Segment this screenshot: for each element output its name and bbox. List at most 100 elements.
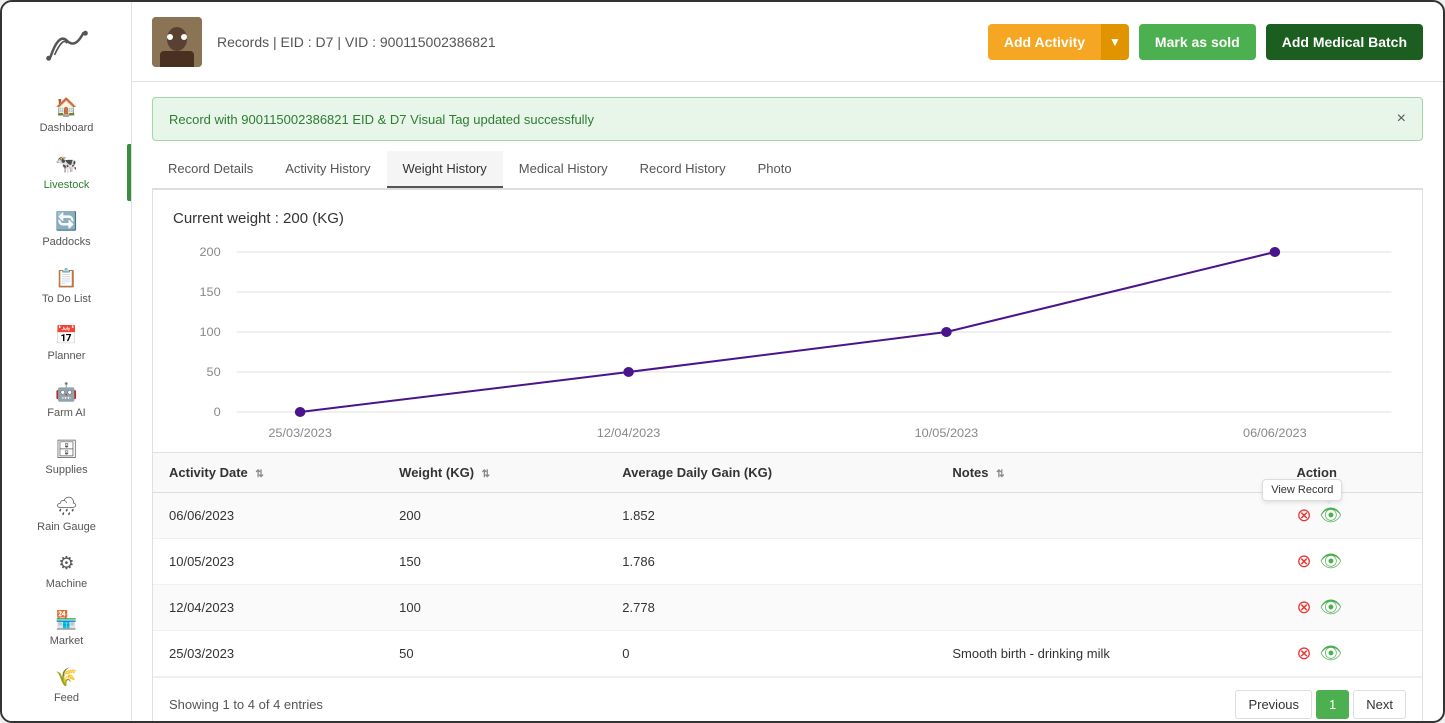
sort-icon-notes: ⇅ [996, 469, 1004, 480]
svg-text:12/04/2023: 12/04/2023 [597, 426, 661, 440]
cell-action: ⊗ 👁 [1280, 631, 1422, 677]
sidebar-item-label: Paddocks [42, 236, 90, 248]
cell-notes [936, 539, 1280, 585]
data-table: Activity Date ⇅ Weight (KG) ⇅ Average Da… [153, 453, 1422, 677]
cell-date: 25/03/2023 [153, 631, 383, 677]
supplies-icon: 🗄 [55, 439, 78, 460]
col-notes[interactable]: Notes ⇅ [936, 453, 1280, 493]
sidebar-item-market[interactable]: 🏪 Market [2, 600, 131, 657]
svg-text:10/05/2023: 10/05/2023 [915, 426, 979, 440]
sidebar-item-feed[interactable]: 🌾 Feed [2, 657, 131, 714]
sidebar-item-finance[interactable]: 💰 Finance [2, 714, 131, 723]
col-weight[interactable]: Weight (KG) ⇅ [383, 453, 606, 493]
delete-record-button[interactable]: ⊗ [1296, 643, 1311, 664]
svg-text:06/06/2023: 06/06/2023 [1243, 426, 1307, 440]
paddocks-icon: 🔄 [55, 211, 77, 232]
sidebar-item-label: Supplies [45, 464, 87, 476]
farm-ai-icon: 🤖 [55, 382, 77, 403]
sidebar-item-livestock[interactable]: 🐄 Livestock [2, 144, 131, 201]
sidebar-item-label: Machine [46, 578, 88, 590]
cell-action: ⊗ 👁 [1280, 539, 1422, 585]
delete-record-button[interactable]: ⊗ [1296, 551, 1311, 572]
svg-text:200: 200 [199, 245, 220, 259]
sidebar-logo [2, 12, 131, 87]
dashboard-icon: 🏠 [55, 97, 77, 118]
cell-avg-gain: 1.786 [606, 539, 936, 585]
col-activity-date[interactable]: Activity Date ⇅ [153, 453, 383, 493]
next-page-button[interactable]: Next [1353, 690, 1406, 719]
weight-chart: 200 150 100 50 0 25/03/2023 12/04/2023 1… [173, 242, 1402, 442]
tab-weight-history[interactable]: Weight History [387, 151, 503, 188]
view-record-button[interactable]: 👁 [1320, 551, 1343, 572]
sidebar-item-paddocks[interactable]: 🔄 Paddocks [2, 201, 131, 258]
cell-avg-gain: 1.852 [606, 493, 936, 539]
sidebar-item-label: Dashboard [40, 122, 94, 134]
todo-icon: 📋 [55, 268, 77, 289]
action-icons: ⊗ 👁 [1296, 597, 1406, 618]
page-1-button[interactable]: 1 [1316, 690, 1349, 719]
view-record-button[interactable]: 👁 [1320, 505, 1343, 526]
svg-text:100: 100 [199, 325, 220, 339]
action-icons: ⊗ 👁 View Record [1296, 505, 1406, 526]
table-row: 25/03/2023 50 0 Smooth birth - drinking … [153, 631, 1422, 677]
chart-title: Current weight : 200 (KG) [173, 210, 1402, 227]
table-footer: Showing 1 to 4 of 4 entries Previous 1 N… [153, 677, 1422, 721]
sidebar-item-machine[interactable]: ⚙ Machine [2, 543, 131, 600]
breadcrumb: Records | EID : D7 | VID : 9001150023868… [217, 34, 496, 50]
col-avg-gain: Average Daily Gain (KG) [606, 453, 936, 493]
cell-weight: 100 [383, 585, 606, 631]
cell-avg-gain: 0 [606, 631, 936, 677]
sidebar-item-label: Livestock [44, 179, 90, 191]
view-record-button[interactable]: 👁 [1320, 643, 1343, 664]
sidebar-item-supplies[interactable]: 🗄 Supplies [2, 429, 131, 486]
main-area: Records | EID : D7 | VID : 9001150023868… [132, 2, 1443, 721]
showing-entries-text: Showing 1 to 4 of 4 entries [169, 697, 323, 712]
delete-record-button[interactable]: ⊗ [1296, 597, 1311, 618]
table-row: 12/04/2023 100 2.778 ⊗ 👁 [153, 585, 1422, 631]
sort-icon-weight: ⇅ [482, 469, 490, 480]
add-activity-dropdown-button[interactable]: ▼ [1101, 24, 1129, 60]
cell-date: 10/05/2023 [153, 539, 383, 585]
cell-notes: Smooth birth - drinking milk [936, 631, 1280, 677]
sidebar-item-label: Farm AI [47, 407, 86, 419]
svg-text:150: 150 [199, 285, 220, 299]
cell-date: 12/04/2023 [153, 585, 383, 631]
sidebar-item-label: Market [50, 635, 84, 647]
mark-as-sold-button[interactable]: Mark as sold [1139, 24, 1256, 60]
view-record-button[interactable]: 👁 [1320, 597, 1343, 618]
sidebar-item-rain-gauge[interactable]: 🌧 Rain Gauge [2, 486, 131, 543]
sidebar-item-label: Planner [48, 350, 86, 362]
svg-text:0: 0 [214, 405, 221, 419]
success-banner: Record with 900115002386821 EID & D7 Vis… [152, 97, 1423, 141]
cell-notes [936, 493, 1280, 539]
cell-action: ⊗ 👁 View Record [1280, 493, 1422, 539]
tab-photo[interactable]: Photo [742, 151, 808, 188]
market-icon: 🏪 [55, 610, 77, 631]
sidebar-item-todo[interactable]: 📋 To Do List [2, 258, 131, 315]
tab-medical-history[interactable]: Medical History [503, 151, 624, 188]
header: Records | EID : D7 | VID : 9001150023868… [132, 2, 1443, 82]
cell-notes [936, 585, 1280, 631]
sidebar-item-dashboard[interactable]: 🏠 Dashboard [2, 87, 131, 144]
feed-icon: 🌾 [55, 667, 77, 688]
tab-record-history[interactable]: Record History [624, 151, 742, 188]
success-message: Record with 900115002386821 EID & D7 Vis… [169, 112, 594, 127]
close-banner-button[interactable]: × [1397, 110, 1406, 128]
add-medical-batch-button[interactable]: Add Medical Batch [1266, 24, 1423, 60]
sidebar-item-farm-ai[interactable]: 🤖 Farm AI [2, 372, 131, 429]
chart-container: 200 150 100 50 0 25/03/2023 12/04/2023 1… [173, 242, 1402, 442]
sidebar-item-planner[interactable]: 📅 Planner [2, 315, 131, 372]
livestock-icon: 🐄 [55, 154, 77, 175]
content: Record with 900115002386821 EID & D7 Vis… [132, 82, 1443, 721]
action-icons: ⊗ 👁 [1296, 551, 1406, 572]
table-header-row: Activity Date ⇅ Weight (KG) ⇅ Average Da… [153, 453, 1422, 493]
avatar [152, 17, 202, 67]
sidebar-item-label: Rain Gauge [37, 521, 96, 533]
cell-weight: 200 [383, 493, 606, 539]
delete-record-button[interactable]: ⊗ [1296, 505, 1311, 526]
previous-page-button[interactable]: Previous [1235, 690, 1312, 719]
tab-record-details[interactable]: Record Details [152, 151, 269, 188]
view-record-tooltip: View Record [1262, 479, 1342, 501]
add-activity-button[interactable]: Add Activity [988, 24, 1101, 60]
tab-activity-history[interactable]: Activity History [269, 151, 386, 188]
